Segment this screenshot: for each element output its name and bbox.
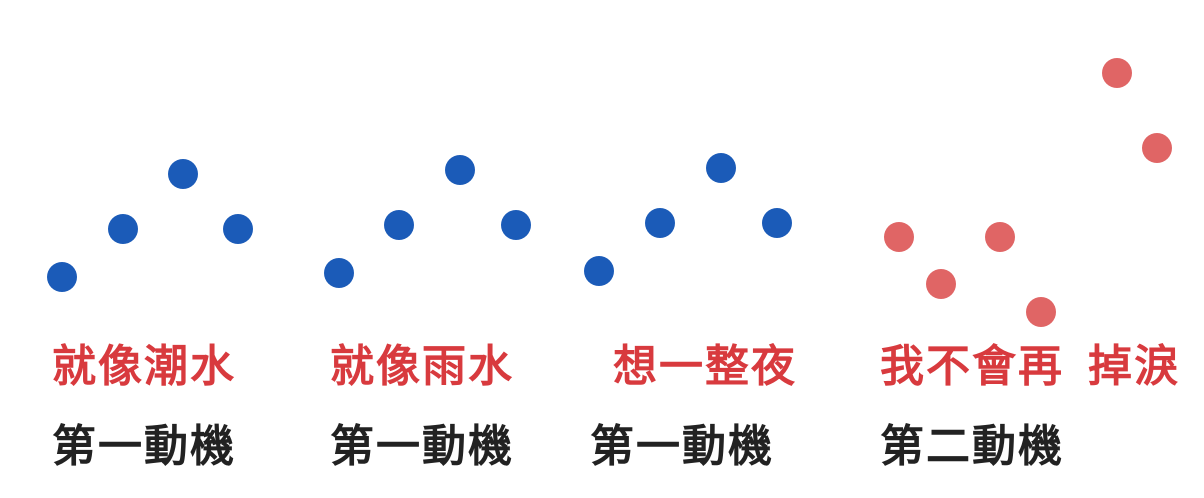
motif-label-1: 第一動機 xyxy=(52,421,236,472)
lyric-phrase-3: 想一整夜 xyxy=(613,341,797,392)
motif-label-2: 第一動機 xyxy=(330,421,514,472)
note-dot-4-4 xyxy=(1026,297,1056,327)
note-dot-4-3 xyxy=(985,222,1015,252)
lyric-phrase-4: 我不會再 xyxy=(880,341,1064,392)
note-dot-2-2 xyxy=(384,210,414,240)
motif-label-3: 第一動機 xyxy=(590,421,774,472)
note-dot-1-4 xyxy=(223,214,253,244)
lyric-phrase-1: 就像潮水 xyxy=(52,341,236,392)
note-dot-5-1 xyxy=(1102,58,1132,88)
note-dot-1-2 xyxy=(108,214,138,244)
note-dot-3-3 xyxy=(706,153,736,183)
note-dot-4-2 xyxy=(926,269,956,299)
lyric-phrase-2: 就像雨水 xyxy=(330,341,514,392)
lyric-phrase-5: 掉淚 xyxy=(1088,341,1180,392)
note-dot-1-3 xyxy=(168,159,198,189)
note-dot-2-1 xyxy=(324,258,354,288)
note-dot-3-2 xyxy=(645,208,675,238)
note-dot-1-1 xyxy=(47,262,77,292)
note-dot-2-4 xyxy=(501,210,531,240)
note-dot-5-2 xyxy=(1142,133,1172,163)
motif-diagram: 就像潮水 就像雨水 想一整夜 我不會再 掉淚 第一動機 第一動機 第一動機 第二… xyxy=(0,0,1204,498)
note-dot-4-1 xyxy=(884,222,914,252)
note-dot-3-1 xyxy=(584,256,614,286)
note-dot-3-4 xyxy=(762,208,792,238)
motif-label-4: 第二動機 xyxy=(880,421,1064,472)
note-dot-2-3 xyxy=(445,155,475,185)
